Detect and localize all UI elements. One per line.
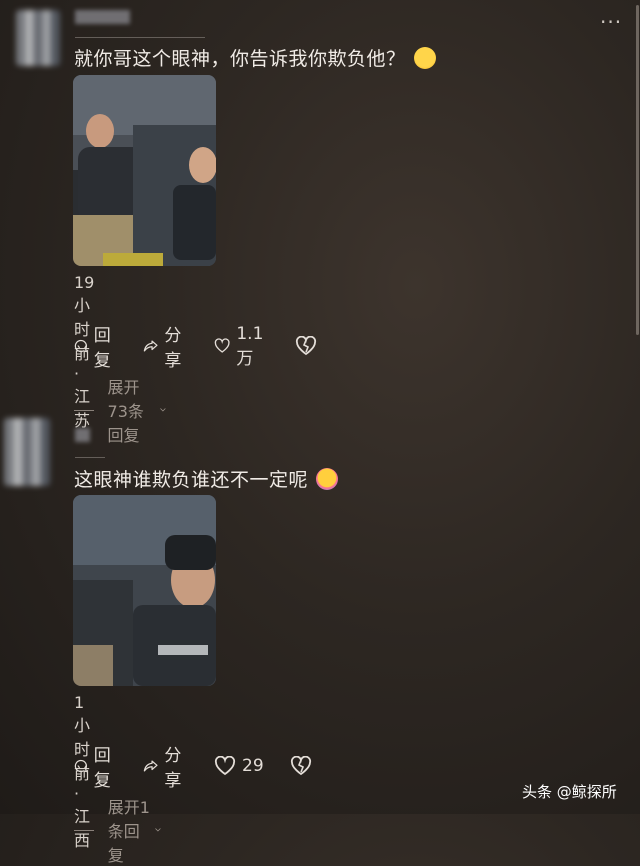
like-count: 1.1万 bbox=[236, 323, 264, 369]
comment-image[interactable] bbox=[73, 495, 216, 686]
action-bar: 回复 分享 29 bbox=[74, 741, 344, 791]
comment-image[interactable] bbox=[73, 75, 216, 266]
reply-label: 回复 bbox=[93, 746, 111, 791]
comment-body: 就你哥这个眼神，你告诉我你欺负他？ bbox=[74, 48, 406, 70]
reply-button[interactable]: 回复 bbox=[74, 741, 117, 791]
source-watermark: 头条 @鲸探所 bbox=[522, 783, 617, 801]
dislike-button[interactable] bbox=[290, 756, 318, 776]
broken-heart-icon bbox=[295, 336, 317, 356]
share-label: 分享 bbox=[164, 326, 182, 371]
expand-replies[interactable]: 展开1条回复 bbox=[74, 794, 162, 866]
share-label: 分享 bbox=[164, 746, 182, 791]
chevron-down-icon bbox=[159, 408, 166, 412]
expand-line bbox=[74, 409, 94, 411]
heart-icon bbox=[214, 756, 236, 776]
reply-bubble-icon bbox=[74, 339, 88, 353]
divider bbox=[75, 457, 105, 458]
more-dots-icon[interactable]: ··· bbox=[600, 10, 622, 34]
reply-button[interactable]: 回复 bbox=[74, 321, 117, 371]
expand-label: 展开73条回复 bbox=[107, 378, 144, 445]
reply-label: 回复 bbox=[93, 326, 111, 371]
comment-text: 这眼神谁欺负谁还不一定呢 bbox=[74, 465, 339, 492]
share-arrow-icon bbox=[143, 760, 158, 772]
like-button[interactable]: 1.1万 bbox=[214, 324, 269, 369]
like-count: 29 bbox=[242, 756, 264, 776]
avatar[interactable] bbox=[4, 418, 50, 486]
share-arrow-icon bbox=[143, 340, 158, 352]
reply-bubble-icon bbox=[74, 759, 88, 773]
username[interactable] bbox=[75, 10, 130, 24]
share-button[interactable]: 分享 bbox=[143, 741, 188, 791]
comment-text: 就你哥这个眼神，你告诉我你欺负他？ bbox=[74, 44, 436, 71]
expand-label: 展开1条回复 bbox=[107, 798, 150, 865]
username[interactable] bbox=[75, 428, 90, 442]
share-button[interactable]: 分享 bbox=[143, 321, 188, 371]
divider bbox=[75, 37, 205, 38]
scrollbar[interactable] bbox=[636, 5, 639, 335]
face-holding-back-tears-emoji bbox=[316, 468, 339, 490]
comment-body: 这眼神谁欺负谁还不一定呢 bbox=[74, 469, 309, 491]
avatar[interactable] bbox=[16, 10, 60, 66]
chevron-down-icon bbox=[155, 828, 161, 832]
expand-line bbox=[74, 829, 94, 831]
like-button[interactable]: 29 bbox=[214, 756, 264, 776]
broken-heart-icon bbox=[290, 756, 311, 776]
grinning-sweat-emoji bbox=[413, 47, 436, 69]
action-bar: 回复 分享 1.1万 bbox=[74, 321, 349, 371]
heart-icon bbox=[214, 338, 230, 353]
dislike-button[interactable] bbox=[295, 336, 323, 356]
